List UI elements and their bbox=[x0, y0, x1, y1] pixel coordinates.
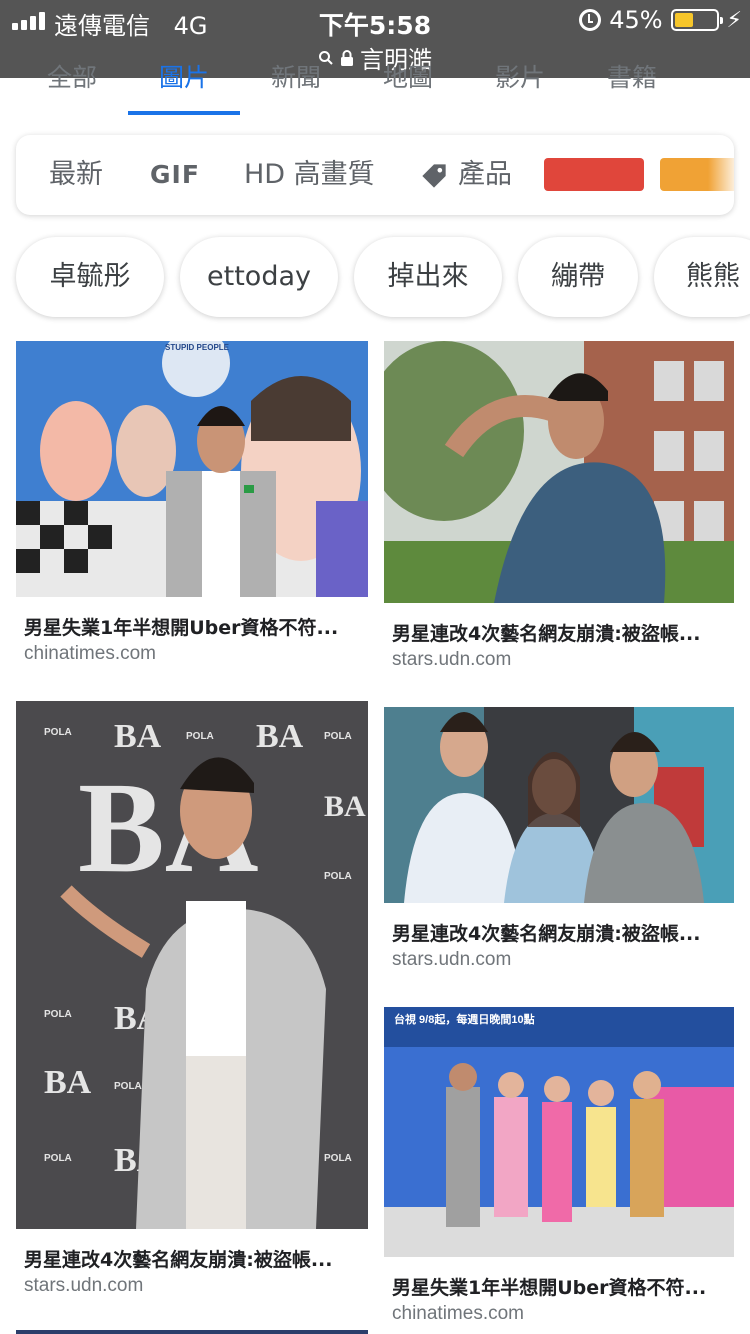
result-title[interactable]: 男星連改4次藝名網友崩潰:被盜帳... bbox=[24, 1245, 332, 1272]
chip-related[interactable]: ettoday bbox=[180, 237, 338, 317]
svg-text:POLA: POLA bbox=[44, 1009, 72, 1020]
image-result[interactable]: STUPID PEOPLE 男星失業1年半想開Uber資格不符... china… bbox=[16, 341, 368, 681]
result-source: stars.udn.com bbox=[392, 949, 512, 970]
tab-news[interactable]: 新聞 bbox=[240, 60, 352, 115]
svg-text:POLA: POLA bbox=[44, 1153, 72, 1164]
result-source: chinatimes.com bbox=[392, 1303, 524, 1324]
color-filter-red[interactable] bbox=[544, 158, 644, 191]
result-source: chinatimes.com bbox=[24, 643, 156, 664]
result-title[interactable]: 男星連改4次藝名網友崩潰:被盜帳... bbox=[392, 619, 700, 646]
image-result[interactable]: 男星連改4次藝名網友崩潰:被盜帳... stars.udn.com bbox=[384, 341, 734, 681]
status-right: 45% ⚡ bbox=[579, 6, 742, 34]
tab-all[interactable]: 全部 bbox=[16, 60, 128, 115]
search-tabs-row: 全部 圖片 新聞 地圖 影片 書籍 bbox=[16, 60, 734, 115]
chip-related[interactable]: 繃帶 bbox=[518, 237, 638, 317]
filter-hd[interactable]: HD 高畫質 bbox=[244, 135, 375, 215]
battery-icon bbox=[670, 9, 723, 31]
next-result-peek bbox=[16, 1330, 368, 1334]
result-thumbnail[interactable] bbox=[384, 707, 734, 903]
chip-related[interactable]: 熊熊 bbox=[654, 237, 750, 317]
svg-text:BA: BA bbox=[114, 718, 162, 755]
svg-text:POLA: POLA bbox=[324, 1153, 352, 1164]
tab-books[interactable]: 書籍 bbox=[576, 60, 688, 115]
image-result[interactable]: POLA BA POLA BA POLA BA BA POLA POLA BA … bbox=[16, 701, 368, 1301]
thumb-overlay-text: 台視 9/8起，每週日晚間10點 bbox=[394, 1014, 535, 1026]
tab-maps[interactable]: 地圖 bbox=[352, 60, 464, 115]
result-source: stars.udn.com bbox=[24, 1275, 144, 1296]
battery-fill bbox=[674, 13, 693, 27]
svg-text:BA: BA bbox=[324, 790, 366, 823]
result-thumbnail[interactable]: POLA BA POLA BA POLA BA BA POLA POLA BA … bbox=[16, 701, 368, 1229]
result-title[interactable]: 男星失業1年半想開Uber資格不符... bbox=[392, 1273, 706, 1300]
result-thumbnail[interactable] bbox=[384, 341, 734, 603]
image-result[interactable]: 男星連改4次藝名網友崩潰:被盜帳... stars.udn.com bbox=[384, 707, 734, 987]
filter-products[interactable]: 產品 bbox=[420, 135, 512, 215]
result-source: stars.udn.com bbox=[392, 649, 512, 670]
svg-text:POLA: POLA bbox=[186, 731, 214, 742]
result-title[interactable]: 男星失業1年半想開Uber資格不符... bbox=[24, 613, 338, 640]
tab-videos[interactable]: 影片 bbox=[464, 60, 576, 115]
charging-bolt-icon: ⚡ bbox=[726, 7, 742, 33]
tag-icon bbox=[422, 163, 446, 188]
tab-images[interactable]: 圖片 bbox=[128, 60, 240, 115]
filter-latest[interactable]: 最新 bbox=[49, 135, 103, 215]
chip-related[interactable]: 掉出來 bbox=[354, 237, 502, 317]
filter-products-label: 產品 bbox=[458, 159, 512, 190]
alarm-icon bbox=[579, 9, 602, 31]
svg-text:BA: BA bbox=[256, 718, 304, 755]
battery-percent: 45% bbox=[609, 6, 663, 34]
result-thumbnail[interactable] bbox=[16, 341, 368, 597]
chip-related[interactable]: 卓毓彤 bbox=[16, 237, 164, 317]
result-title[interactable]: 男星連改4次藝名網友崩潰:被盜帳... bbox=[392, 919, 700, 946]
result-thumbnail[interactable] bbox=[384, 1007, 734, 1257]
filter-bar: 最新 GIF HD 高畫質 產品 bbox=[16, 135, 734, 215]
svg-text:POLA: POLA bbox=[324, 731, 352, 742]
image-result[interactable]: 台視 9/8起，每週日晚間10點 男星失業1年半想開Uber資格不符... ch… bbox=[384, 1007, 734, 1327]
svg-text:POLA: POLA bbox=[324, 871, 352, 882]
filter-gif[interactable]: GIF bbox=[150, 135, 200, 215]
svg-text:POLA: POLA bbox=[44, 727, 72, 738]
svg-text:BA: BA bbox=[44, 1064, 92, 1101]
color-filter-orange[interactable] bbox=[660, 158, 734, 191]
thumb-overlay-text: STUPID PEOPLE bbox=[164, 343, 229, 352]
svg-text:POLA: POLA bbox=[114, 1081, 142, 1092]
